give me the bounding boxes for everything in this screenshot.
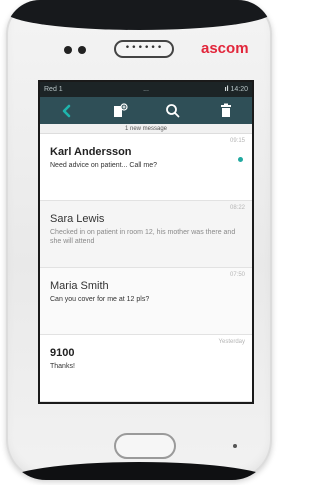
screen: Red 1 ... ıl 14:20 1 new message 09:15 K… [40,82,252,402]
message-preview: Need advice on patient... Call me? [50,162,158,169]
unread-indicator [238,157,243,162]
trash-icon [220,103,231,117]
brand-logo: ascom [201,40,249,57]
message-item[interactable]: Yesterday 9100 Thanks! [40,335,252,402]
message-item[interactable]: 08:22 Sara Lewis Checked in on patient i… [40,201,252,268]
message-preview: Can you cover for me at 12 pls? [50,296,150,303]
new-message-button[interactable] [93,97,146,124]
toolbar [40,97,252,124]
signal-icon: ıl [224,86,229,93]
message-time: 08:22 [229,205,245,211]
carrier-label: Red 1 [44,86,63,93]
handset: •••••• ascom Red 1 ... ıl 14:20 1 new me… [6,0,272,480]
message-sender: Maria Smith [50,280,109,292]
message-preview: Checked in on patient in room 12, his mo… [50,229,236,245]
message-item[interactable]: 07:50 Maria Smith Can you cover for me a… [40,268,252,335]
message-preview: Thanks! [50,363,75,370]
stage: •••••• ascom Red 1 ... ıl 14:20 1 new me… [0,0,279,485]
new-message-icon [113,102,128,117]
message-time: Yesterday [218,339,245,345]
device-bottom-bumper [6,462,272,480]
message-sender: Karl Andersson [50,146,132,158]
home-button[interactable] [114,433,176,459]
status-center: ... [143,86,149,93]
search-button[interactable] [146,97,199,124]
back-button[interactable] [40,97,93,124]
device-top-bumper [6,0,272,30]
message-sender: 9100 [50,347,75,359]
message-time: 09:15 [229,138,245,144]
proximity-sensor [233,444,237,448]
status-bar: Red 1 ... ıl 14:20 [40,82,252,97]
search-icon [166,104,180,118]
front-camera [64,46,72,54]
front-sensor [78,46,86,54]
clock: 14:20 [230,86,248,93]
earpiece-speaker: •••••• [114,40,174,58]
back-chevron-icon [62,104,70,117]
delete-button[interactable] [199,97,252,124]
message-time: 07:50 [229,272,245,278]
message-sender: Sara Lewis [50,213,105,225]
status-right: ıl 14:20 [180,86,248,93]
message-item[interactable]: 09:15 Karl Andersson Need advice on pati… [40,134,252,201]
new-message-banner: 1 new message [40,124,252,134]
